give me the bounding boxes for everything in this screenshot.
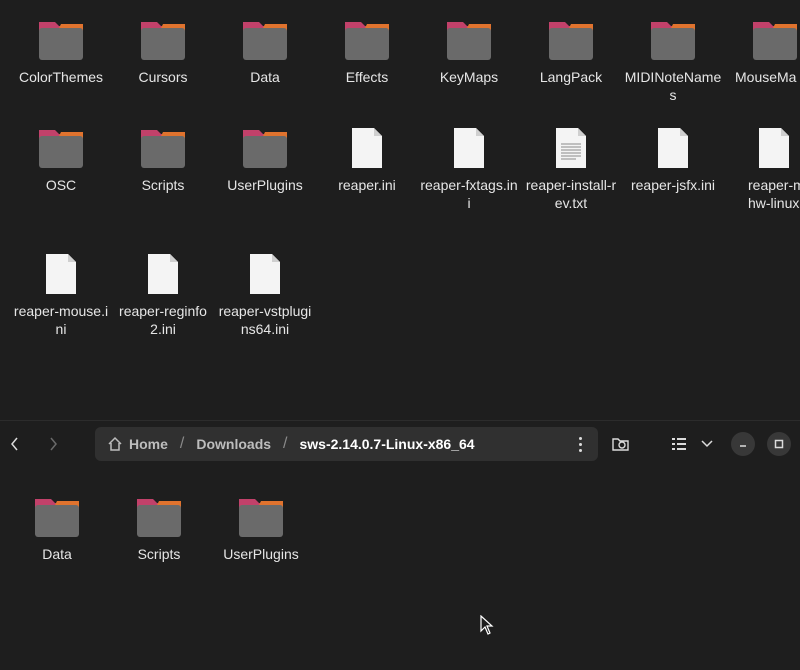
breadcrumb-home[interactable]: Home [107, 436, 168, 452]
folder-icon [214, 122, 316, 170]
kebab-dot-icon [578, 442, 582, 446]
breadcrumb-current[interactable]: sws-2.14.0.7-Linux-x86_64 [299, 436, 474, 452]
item-label: reaper-vstplugins64.ini [218, 303, 312, 337]
file-item[interactable]: reaper-install-rev.txt [520, 122, 622, 212]
mouse-pointer-icon [480, 615, 494, 635]
maximize-icon [774, 439, 784, 449]
view-options-button[interactable] [697, 429, 717, 459]
item-label: UserPlugins [223, 546, 299, 562]
file-item[interactable]: reaper-midihw-linux.ini [724, 122, 800, 212]
item-label: MIDINoteNames [624, 69, 722, 103]
item-label: Data [42, 546, 72, 562]
item-label: OSC [45, 177, 77, 193]
folder-icon [6, 491, 108, 539]
breadcrumb-separator: / [283, 435, 288, 452]
item-label: Scripts [137, 546, 181, 562]
folder-icon [724, 14, 800, 62]
item-label: MouseMa [735, 69, 797, 85]
item-label: reaper-midihw-linux.ini [748, 177, 800, 211]
folder-icon [10, 14, 112, 62]
item-label: Effects [345, 69, 389, 85]
folder-icon [112, 14, 214, 62]
item-label: UserPlugins [227, 177, 303, 193]
path-bar[interactable]: Home / Downloads / sws-2.14.0.7-Linux-x8… [95, 427, 598, 461]
path-menu-button[interactable] [572, 435, 588, 453]
file-icon [214, 248, 316, 296]
chevron-left-icon [11, 437, 18, 451]
text-file-icon [520, 122, 622, 170]
item-label: reaper-mouse.ini [13, 303, 109, 337]
view-list-button[interactable] [664, 429, 694, 459]
kebab-dot-icon [578, 448, 582, 452]
folder-item[interactable]: KeyMaps [418, 14, 520, 86]
item-label: reaper-reginfo2.ini [119, 303, 207, 337]
item-label: Scripts [141, 177, 185, 193]
back-button[interactable] [4, 431, 24, 457]
file-icon [418, 122, 520, 170]
folder-item[interactable]: UserPlugins [210, 491, 312, 563]
file-icon [724, 122, 800, 170]
folder-item[interactable]: Scripts [108, 491, 210, 563]
chevron-right-icon [50, 437, 57, 451]
folder-item[interactable]: Data [6, 491, 108, 563]
search-folder-icon [612, 438, 629, 451]
folder-icon [316, 14, 418, 62]
kebab-dot-icon [578, 436, 582, 440]
file-item[interactable]: reaper-jsfx.ini [622, 122, 724, 194]
folder-icon [418, 14, 520, 62]
file-icon [112, 248, 214, 296]
item-label: Data [250, 69, 280, 85]
file-icon [316, 122, 418, 170]
chevron-down-icon [701, 440, 713, 448]
item-label: Cursors [138, 69, 188, 85]
file-browser-bottom: Home / Downloads / sws-2.14.0.7-Linux-x8… [0, 420, 800, 670]
folder-item[interactable]: Scripts [112, 122, 214, 194]
item-label: reaper.ini [338, 177, 396, 193]
item-label: reaper-fxtags.ini [420, 177, 518, 211]
file-grid-top: ColorThemes Cursors Data Effects KeyMaps… [0, 0, 800, 420]
file-icon [622, 122, 724, 170]
header-bar: Home / Downloads / sws-2.14.0.7-Linux-x8… [0, 421, 800, 467]
breadcrumb-separator: / [179, 435, 185, 452]
file-item[interactable]: reaper-fxtags.ini [418, 122, 520, 212]
file-item[interactable]: reaper-mouse.ini [10, 248, 112, 338]
breadcrumb-label: Downloads [196, 436, 272, 452]
folder-item[interactable]: UserPlugins [214, 122, 316, 194]
breadcrumb-label: Home [129, 436, 168, 452]
item-label: ColorThemes [18, 69, 104, 85]
folder-icon [214, 14, 316, 62]
folder-item[interactable]: LangPack [520, 14, 622, 86]
maximize-button[interactable] [767, 432, 791, 456]
folder-icon [112, 122, 214, 170]
folder-item[interactable]: Data [214, 14, 316, 86]
file-icon [10, 248, 112, 296]
file-item[interactable]: reaper-vstplugins64.ini [214, 248, 316, 338]
folder-item[interactable]: Effects [316, 14, 418, 86]
folder-icon [10, 122, 112, 170]
folder-icon [520, 14, 622, 62]
home-icon [108, 436, 122, 451]
list-view-icon [672, 438, 686, 450]
minimize-button[interactable] [731, 432, 755, 456]
folder-item[interactable]: MIDINoteNames [622, 14, 724, 104]
breadcrumb-label: sws-2.14.0.7-Linux-x86_64 [299, 436, 475, 452]
item-label: reaper-jsfx.ini [630, 177, 716, 193]
folder-icon [108, 491, 210, 539]
breadcrumb-downloads[interactable]: Downloads [196, 436, 271, 452]
item-label: KeyMaps [439, 69, 499, 85]
file-item[interactable]: reaper.ini [316, 122, 418, 194]
folder-item[interactable]: ColorThemes [10, 14, 112, 86]
forward-button[interactable] [44, 431, 64, 457]
folder-item[interactable]: OSC [10, 122, 112, 194]
minimize-icon [740, 445, 746, 447]
folder-icon [210, 491, 312, 539]
item-label: LangPack [539, 69, 603, 85]
folder-item[interactable]: Cursors [112, 14, 214, 86]
search-button[interactable] [606, 429, 636, 459]
folder-item[interactable]: MouseMa [724, 14, 800, 86]
file-item[interactable]: reaper-reginfo2.ini [112, 248, 214, 338]
item-label: reaper-install-rev.txt [525, 177, 617, 211]
folder-icon [622, 14, 724, 62]
